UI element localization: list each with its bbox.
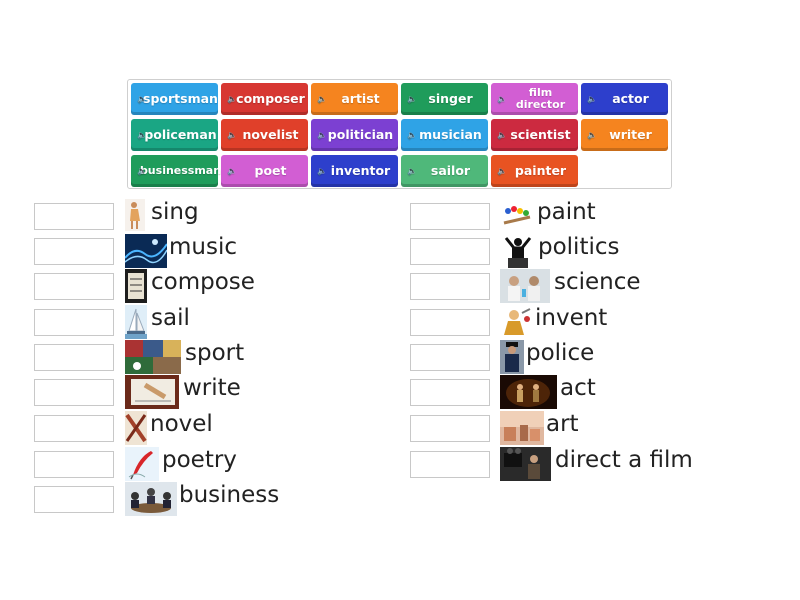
tile-politician[interactable]: 🔈 politician: [311, 119, 398, 151]
tile-label: actor: [612, 91, 649, 107]
answer-slot[interactable]: [34, 203, 114, 230]
answer-slot[interactable]: [34, 415, 114, 442]
tile-label: singer: [428, 91, 473, 107]
speaker-icon[interactable]: 🔈: [137, 167, 147, 176]
tile-writer[interactable]: 🔈 writer: [581, 119, 668, 151]
act-image: [500, 375, 557, 409]
answer-slot[interactable]: [34, 238, 114, 265]
speaker-icon[interactable]: 🔈: [317, 95, 327, 104]
tile-label: film director: [515, 86, 566, 111]
item-word: direct a film: [555, 447, 693, 473]
music-image: [125, 234, 167, 268]
answer-slot[interactable]: [410, 415, 490, 442]
tile-label: scientist: [510, 127, 571, 143]
item-word: business: [179, 482, 280, 508]
answer-slot[interactable]: [34, 273, 114, 300]
item-word: compose: [151, 269, 255, 295]
tile-label: politician: [327, 127, 394, 143]
art-image: [500, 411, 544, 445]
speaker-icon[interactable]: 🔈: [137, 95, 147, 104]
tile-painter[interactable]: 🔈 painter: [491, 155, 578, 187]
sail-image: [125, 305, 147, 339]
tile-scientist[interactable]: 🔈 scientist: [491, 119, 578, 151]
answer-slot[interactable]: [34, 486, 114, 513]
tile-singer[interactable]: 🔈 singer: [401, 83, 488, 115]
item-word: write: [183, 375, 241, 401]
item-word: poetry: [162, 447, 237, 473]
speaker-icon[interactable]: 🔈: [497, 167, 507, 176]
item-word: novel: [150, 411, 213, 437]
speaker-icon[interactable]: 🔈: [587, 95, 597, 104]
tile-policeman[interactable]: 🔈 policeman: [131, 119, 218, 151]
answer-slot[interactable]: [34, 379, 114, 406]
item-word: sing: [151, 199, 199, 225]
item-word: art: [546, 411, 579, 437]
answer-slot[interactable]: [410, 379, 490, 406]
item-word: sail: [151, 305, 190, 331]
poetry-image: [125, 447, 159, 481]
speaker-icon[interactable]: 🔈: [317, 131, 327, 140]
tile-label: artist: [341, 91, 380, 107]
answer-slot[interactable]: [410, 273, 490, 300]
tile-businessman[interactable]: 🔈 businessman: [131, 155, 221, 187]
tile-label: painter: [514, 163, 567, 179]
answer-slot[interactable]: [410, 203, 490, 230]
speaker-icon[interactable]: 🔈: [227, 167, 237, 176]
speaker-icon[interactable]: 🔈: [317, 167, 327, 176]
tile-composer[interactable]: 🔈 composer: [221, 83, 308, 115]
politics-image: [500, 234, 536, 268]
speaker-icon[interactable]: 🔈: [227, 95, 237, 104]
answer-slot[interactable]: [34, 451, 114, 478]
tile-label: poet: [254, 163, 287, 179]
answer-slot[interactable]: [410, 238, 490, 265]
police-image: [500, 340, 524, 374]
compose-image: [125, 269, 147, 303]
tile-inventor[interactable]: 🔈 inventor: [311, 155, 398, 187]
item-word: music: [169, 234, 238, 260]
speaker-icon[interactable]: 🔈: [587, 131, 597, 140]
answer-slot[interactable]: [410, 344, 490, 371]
word-bank: 🔈 sportsman 🔈 composer 🔈 artist 🔈 singer 🔈 fi…: [127, 79, 672, 189]
tile-actor[interactable]: 🔈 actor: [581, 83, 668, 115]
item-word: science: [554, 269, 641, 295]
tile-label: novelist: [242, 127, 299, 143]
novel-image: [125, 411, 147, 445]
item-word: act: [560, 375, 596, 401]
write-image: [125, 375, 179, 409]
tile-label: inventor: [330, 163, 391, 179]
tile-label: musician: [419, 127, 482, 143]
speaker-icon[interactable]: 🔈: [497, 95, 507, 104]
speaker-icon[interactable]: 🔈: [407, 167, 417, 176]
film-image: [500, 447, 551, 481]
science-image: [500, 269, 550, 303]
item-word: politics: [538, 234, 620, 260]
tile-musician[interactable]: 🔈 musician: [401, 119, 488, 151]
speaker-icon[interactable]: 🔈: [137, 131, 147, 140]
item-word: sport: [185, 340, 245, 366]
item-word: police: [526, 340, 595, 366]
item-word: paint: [537, 199, 596, 225]
sport-image: [125, 340, 181, 374]
tile-artist[interactable]: 🔈 artist: [311, 83, 398, 115]
business-image: [125, 482, 177, 516]
tile-sailor[interactable]: 🔈 sailor: [401, 155, 488, 187]
tile-novelist[interactable]: 🔈 novelist: [221, 119, 308, 151]
answer-slot[interactable]: [410, 451, 490, 478]
paint-image: [500, 199, 534, 231]
invent-image: [500, 305, 532, 339]
speaker-icon[interactable]: 🔈: [407, 131, 417, 140]
answer-slot[interactable]: [410, 309, 490, 336]
answer-slot[interactable]: [34, 344, 114, 371]
tile-label: sailor: [430, 163, 471, 179]
tile-label: writer: [609, 127, 652, 143]
speaker-icon[interactable]: 🔈: [497, 131, 507, 140]
tile-film-director[interactable]: 🔈 film director: [491, 83, 578, 115]
item-word: invent: [535, 305, 608, 331]
tile-poet[interactable]: 🔈 poet: [221, 155, 308, 187]
singer-image: [125, 199, 145, 231]
speaker-icon[interactable]: 🔈: [227, 131, 237, 140]
speaker-icon[interactable]: 🔈: [407, 95, 417, 104]
answer-slot[interactable]: [34, 309, 114, 336]
tile-sportsman[interactable]: 🔈 sportsman: [131, 83, 218, 115]
